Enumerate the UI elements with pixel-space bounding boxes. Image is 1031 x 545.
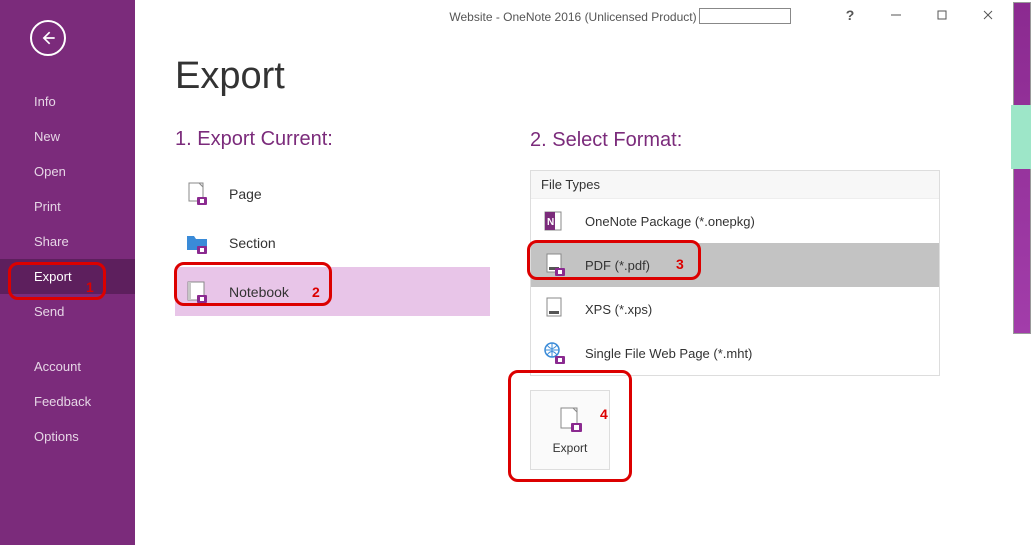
export-button-label: Export xyxy=(553,441,588,455)
format-item-label: Single File Web Page (*.mht) xyxy=(585,346,752,361)
sidebar-item-share[interactable]: Share xyxy=(0,224,135,259)
help-button[interactable]: ? xyxy=(827,0,873,30)
close-icon xyxy=(982,9,994,21)
format-item-label: XPS (*.xps) xyxy=(585,302,652,317)
sidebar-item-print[interactable]: Print xyxy=(0,189,135,224)
file-types-box: File Types N OneNote Package (*.onepkg) … xyxy=(530,170,940,376)
main-panel: Website - OneNote 2016 (Unlicensed Produ… xyxy=(135,0,1011,545)
file-types-header: File Types xyxy=(531,171,939,199)
export-item-section[interactable]: Section xyxy=(175,218,490,267)
sidebar-item-feedback[interactable]: Feedback xyxy=(0,384,135,419)
svg-text:N: N xyxy=(547,217,554,228)
minimize-button[interactable] xyxy=(873,0,919,30)
sidebar-item-export[interactable]: Export xyxy=(0,259,135,294)
export-file-icon xyxy=(555,405,585,435)
format-item-xps[interactable]: XPS (*.xps) xyxy=(531,287,939,331)
pdf-icon xyxy=(541,251,569,279)
app-window: Info New Open Print Share Export Send Ac… xyxy=(0,0,1011,545)
maximize-button[interactable] xyxy=(919,0,965,30)
format-item-label: OneNote Package (*.onepkg) xyxy=(585,214,755,229)
maximize-icon xyxy=(936,9,948,21)
notebook-icon xyxy=(183,278,211,306)
export-item-label: Notebook xyxy=(229,284,289,300)
arrow-left-icon xyxy=(38,28,58,48)
format-item-pdf[interactable]: PDF (*.pdf) xyxy=(531,243,939,287)
select-format-column: 2. Select Format: File Types N OneNote P… xyxy=(530,55,1011,470)
step1-heading: 1. Export Current: xyxy=(175,128,530,151)
xps-icon xyxy=(541,295,569,323)
export-item-label: Section xyxy=(229,235,276,251)
page-heading: Export xyxy=(175,55,530,98)
export-item-notebook[interactable]: Notebook xyxy=(175,267,490,316)
format-item-label: PDF (*.pdf) xyxy=(585,258,650,273)
export-button[interactable]: Export xyxy=(530,390,610,470)
export-current-column: Export 1. Export Current: Page Section xyxy=(175,55,530,470)
page-icon xyxy=(183,180,211,208)
step2-heading: 2. Select Format: xyxy=(530,129,1011,152)
format-item-onepkg[interactable]: N OneNote Package (*.onepkg) xyxy=(531,199,939,243)
content: Export 1. Export Current: Page Section xyxy=(135,0,1011,470)
sidebar-item-new[interactable]: New xyxy=(0,119,135,154)
backstage-sidebar: Info New Open Print Share Export Send Ac… xyxy=(0,0,135,545)
web-page-icon xyxy=(541,339,569,367)
sidebar-item-open[interactable]: Open xyxy=(0,154,135,189)
window-controls: ? xyxy=(135,0,1011,30)
format-item-mht[interactable]: Single File Web Page (*.mht) xyxy=(531,331,939,375)
export-current-list: Page Section Notebook xyxy=(175,169,530,316)
sidebar-item-account[interactable]: Account xyxy=(0,349,135,384)
sidebar-item-info[interactable]: Info xyxy=(0,84,135,119)
sidebar-item-send[interactable]: Send xyxy=(0,294,135,329)
minimize-icon xyxy=(890,9,902,21)
onenote-package-icon: N xyxy=(541,207,569,235)
section-icon xyxy=(183,229,211,257)
export-item-label: Page xyxy=(229,186,262,202)
back-button[interactable] xyxy=(30,20,66,56)
sidebar-item-options[interactable]: Options xyxy=(0,419,135,454)
export-item-page[interactable]: Page xyxy=(175,169,490,218)
right-edge-strip-2 xyxy=(1011,105,1031,169)
close-button[interactable] xyxy=(965,0,1011,30)
